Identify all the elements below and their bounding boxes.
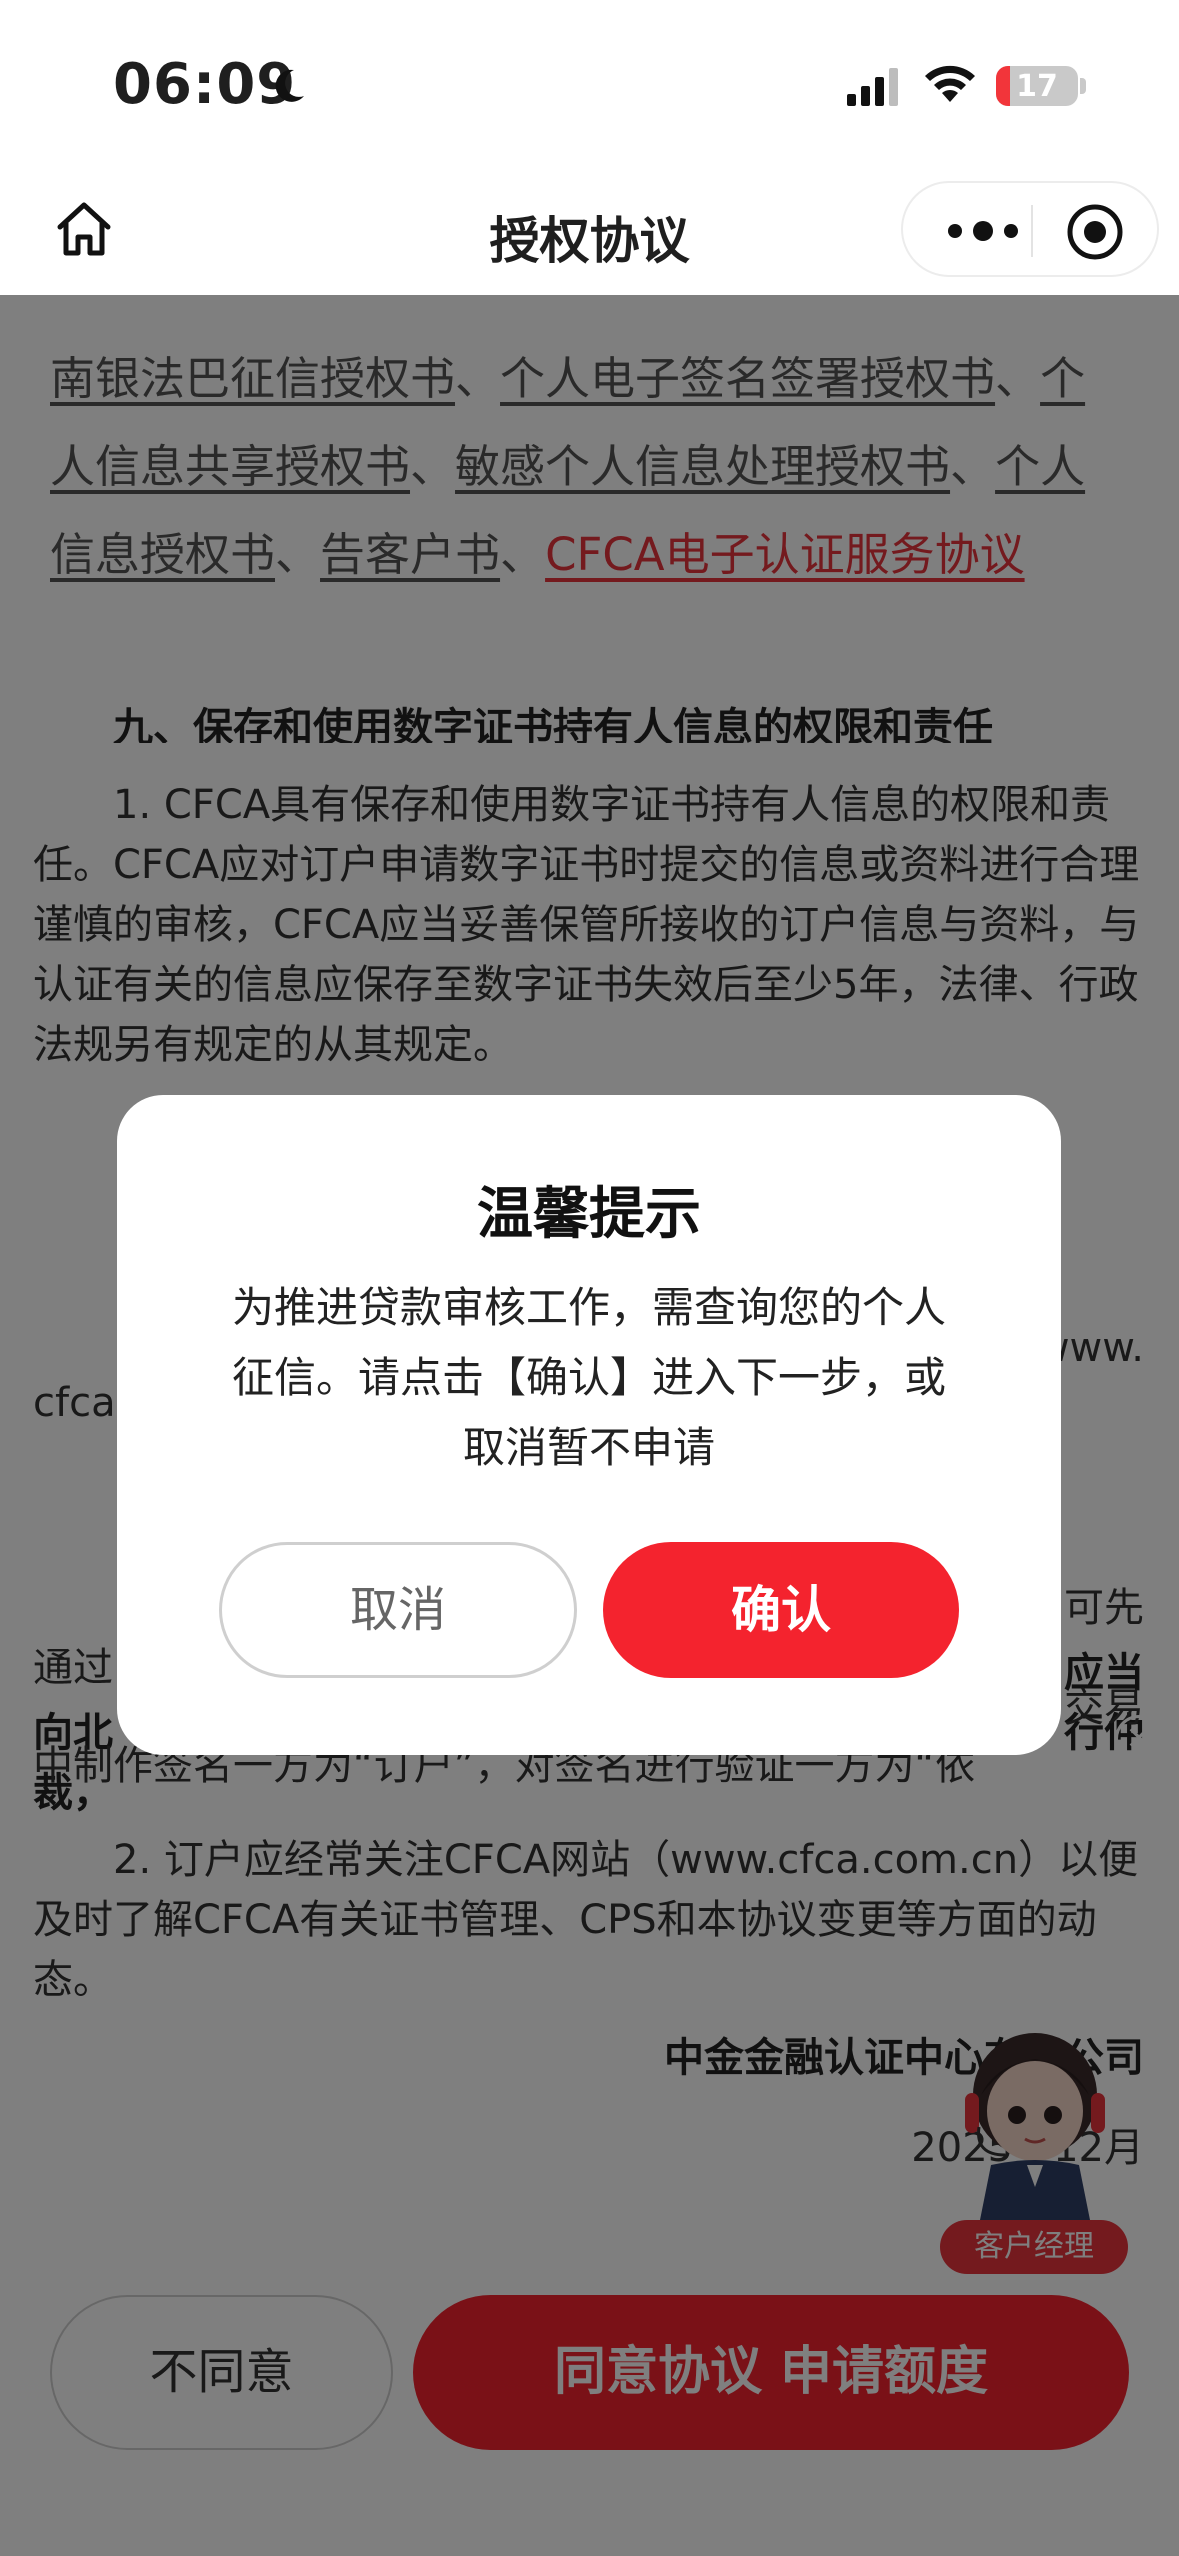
target-icon[interactable] xyxy=(1066,203,1124,261)
dialog-title: 温馨提示 xyxy=(477,1182,701,1247)
nav-bar: 授权协议 xyxy=(0,175,1179,295)
status-bar: 06:09 17 xyxy=(0,0,1179,175)
signal-icon xyxy=(847,68,898,106)
cancel-button[interactable]: 取消 xyxy=(219,1542,577,1678)
reminder-dialog: 温馨提示 为推进贷款审核工作，需查询您的个人征信。请点击【确认】进入下一步，或取… xyxy=(117,1095,1061,1755)
confirm-button[interactable]: 确认 xyxy=(603,1542,959,1678)
more-icon[interactable] xyxy=(939,213,1039,249)
capsule-divider xyxy=(1031,205,1033,257)
moon-icon xyxy=(275,69,304,102)
dialog-message: 为推进贷款审核工作，需查询您的个人征信。请点击【确认】进入下一步，或取消暂不申请 xyxy=(231,1283,946,1472)
battery-tip xyxy=(1080,78,1086,94)
battery-level: 17 xyxy=(1016,69,1058,104)
mini-program-capsule xyxy=(901,181,1159,277)
battery-icon: 17 xyxy=(996,66,1078,106)
wifi-icon xyxy=(925,65,975,102)
